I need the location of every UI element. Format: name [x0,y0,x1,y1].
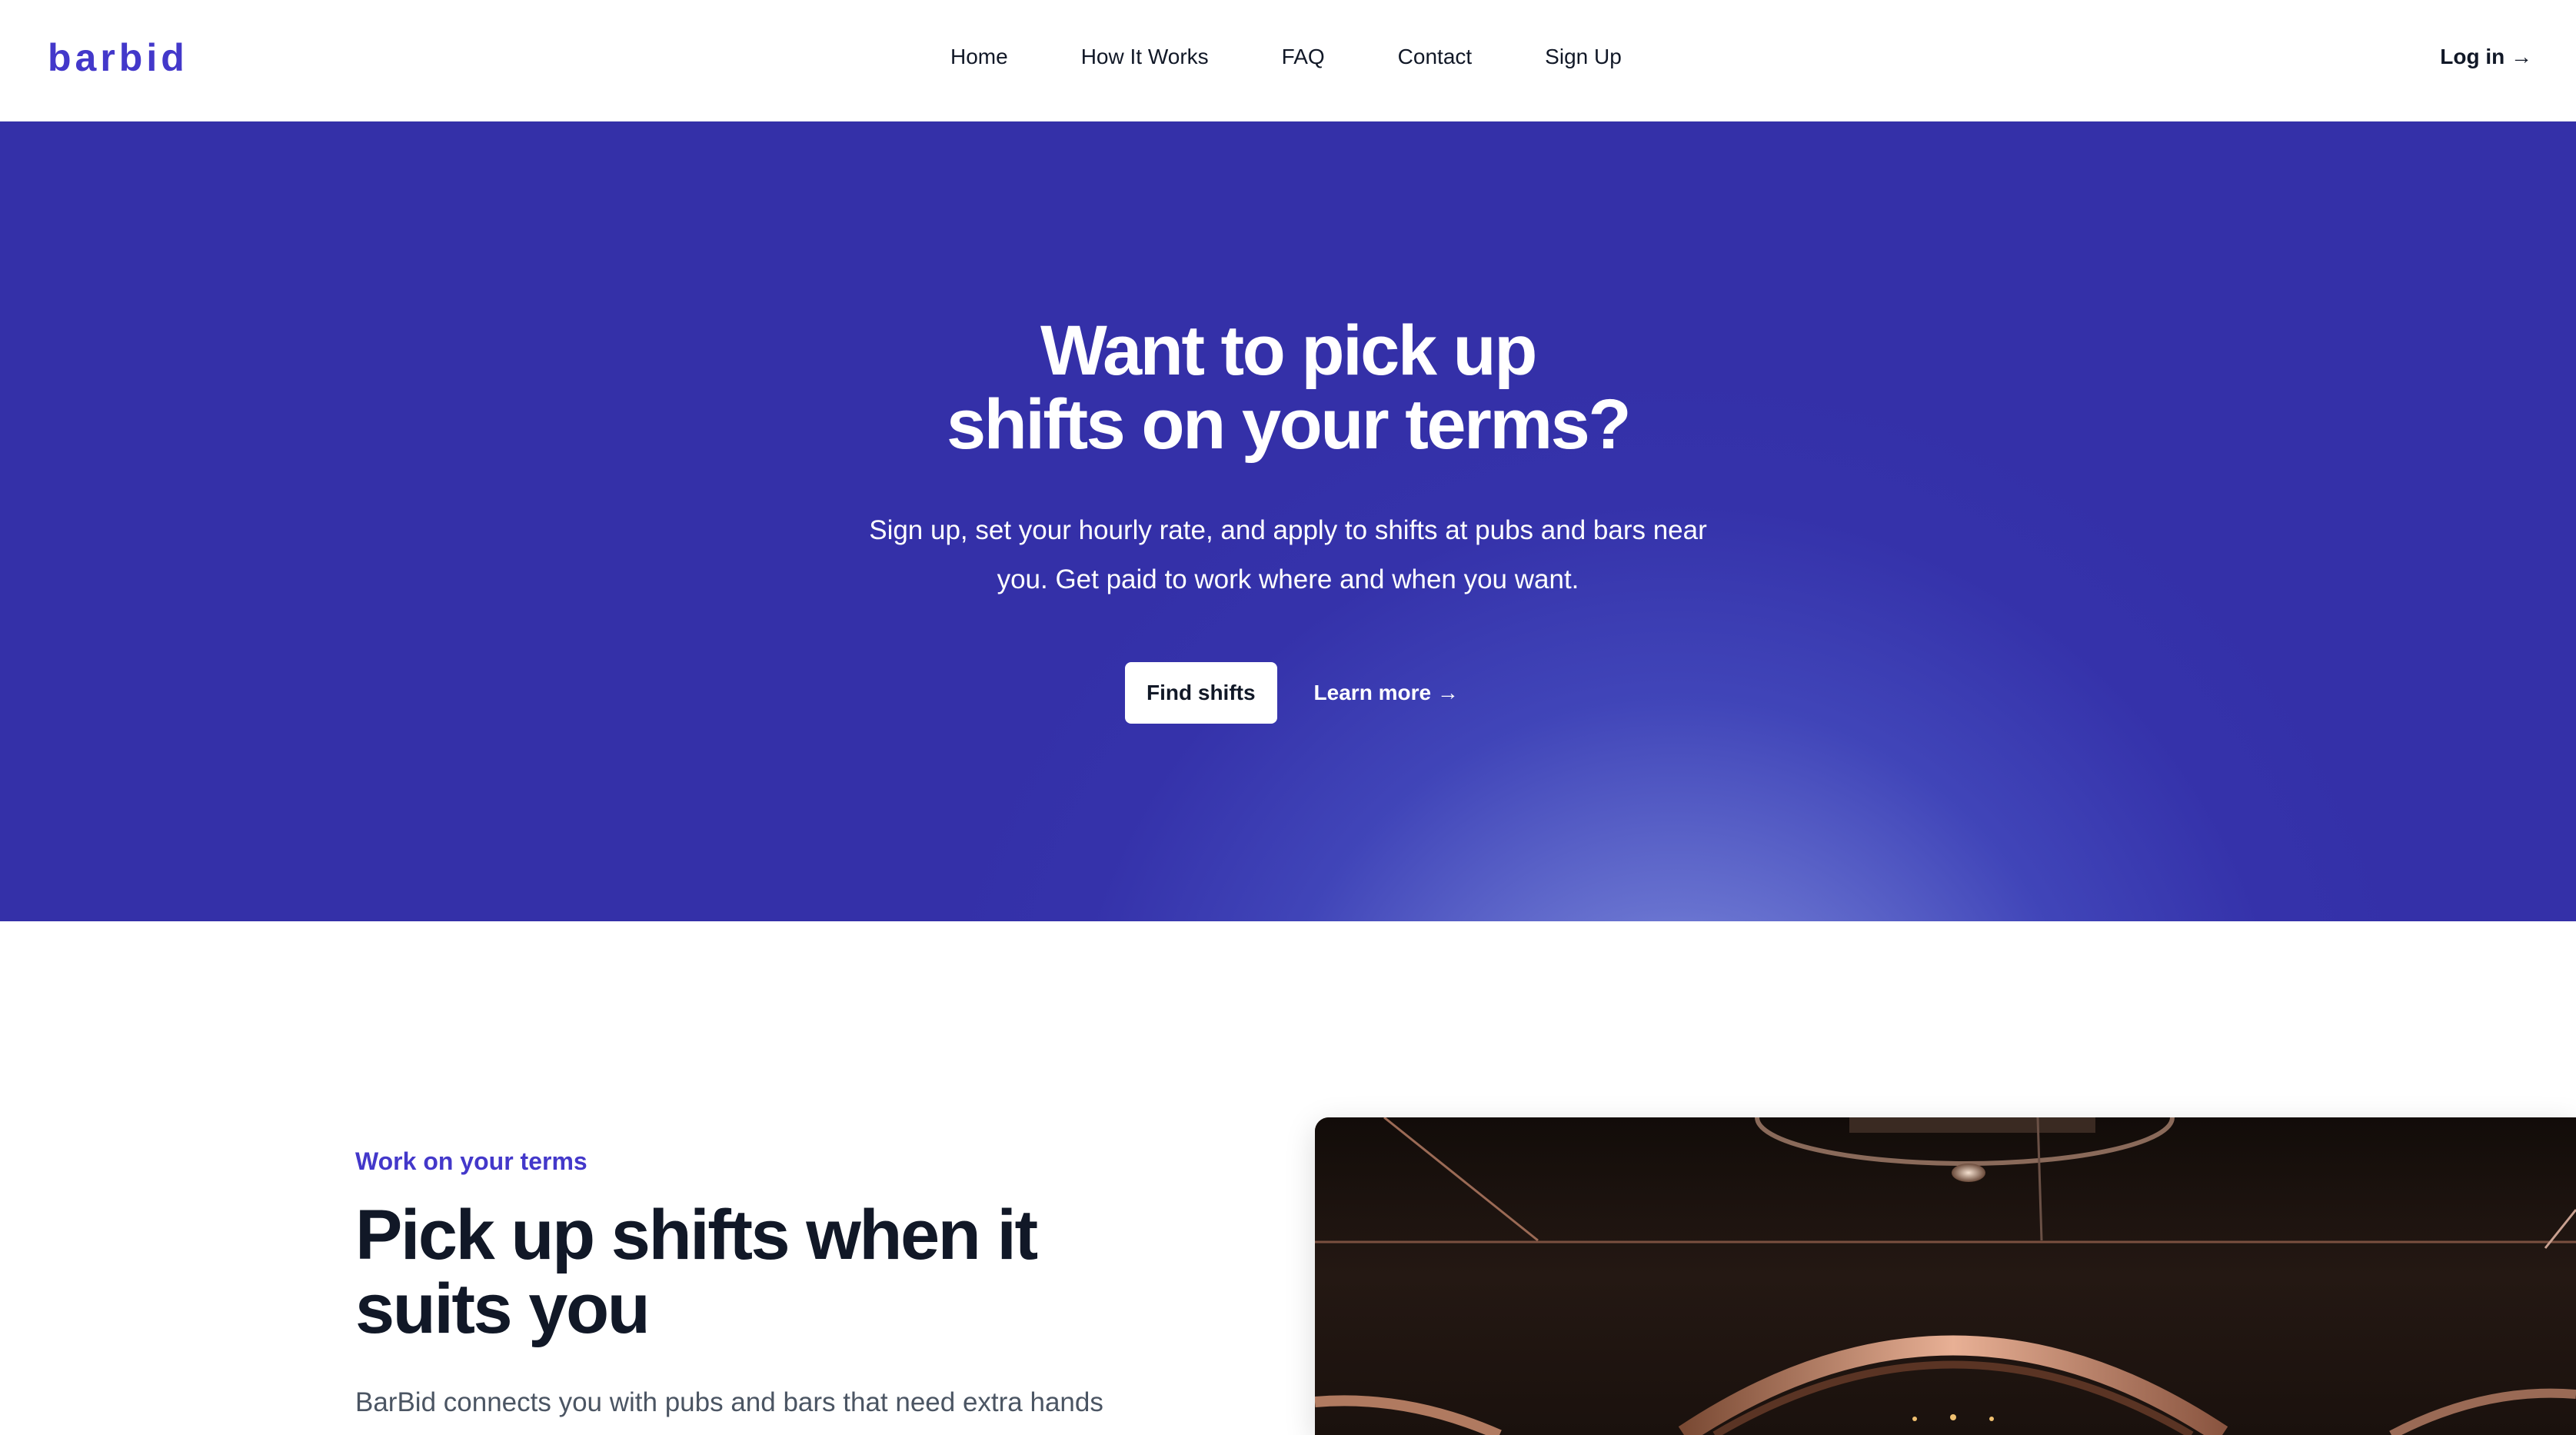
logo[interactable]: barbid [48,35,188,80]
learn-more-link[interactable]: Learn more → [1314,681,1459,705]
feature-text: BarBid connects you with pubs and bars t… [355,1387,1103,1417]
hero-title-line-1: Want to pick up [1040,311,1537,390]
feature-section: Work on your terms Pick up shifts when i… [0,921,2576,1435]
top-nav: barbid Home How It Works FAQ Contact Sig… [0,0,2576,122]
nav-link-home[interactable]: Home [950,45,1008,69]
hero-actions: Find shifts Learn more → [1125,662,1459,724]
nav-link-faq[interactable]: FAQ [1282,45,1325,69]
feature-eyebrow: Work on your terms [355,1147,587,1175]
hero-title-line-2: shifts on your terms? [946,385,1632,464]
bar-interior-illustration [1315,1117,2576,1435]
login-link[interactable]: Log in → [2440,45,2532,69]
feature-title: Pick up shifts when it suits you [355,1196,1038,1348]
hero-title: Want to pick up shifts on your terms? [0,314,2576,461]
nav-links: Home How It Works FAQ Contact Sign Up [950,45,1622,69]
hero-section: Want to pick up shifts on your terms? Si… [0,122,2576,921]
nav-link-how-it-works[interactable]: How It Works [1081,45,1209,69]
find-shifts-button[interactable]: Find shifts [1125,662,1277,724]
nav-link-sign-up[interactable]: Sign Up [1545,45,1622,69]
bar-interior-image [1315,1117,2576,1435]
hero-subtitle: Sign up, set your hourly rate, and apply… [869,515,1707,594]
nav-link-contact[interactable]: Contact [1398,45,1473,69]
